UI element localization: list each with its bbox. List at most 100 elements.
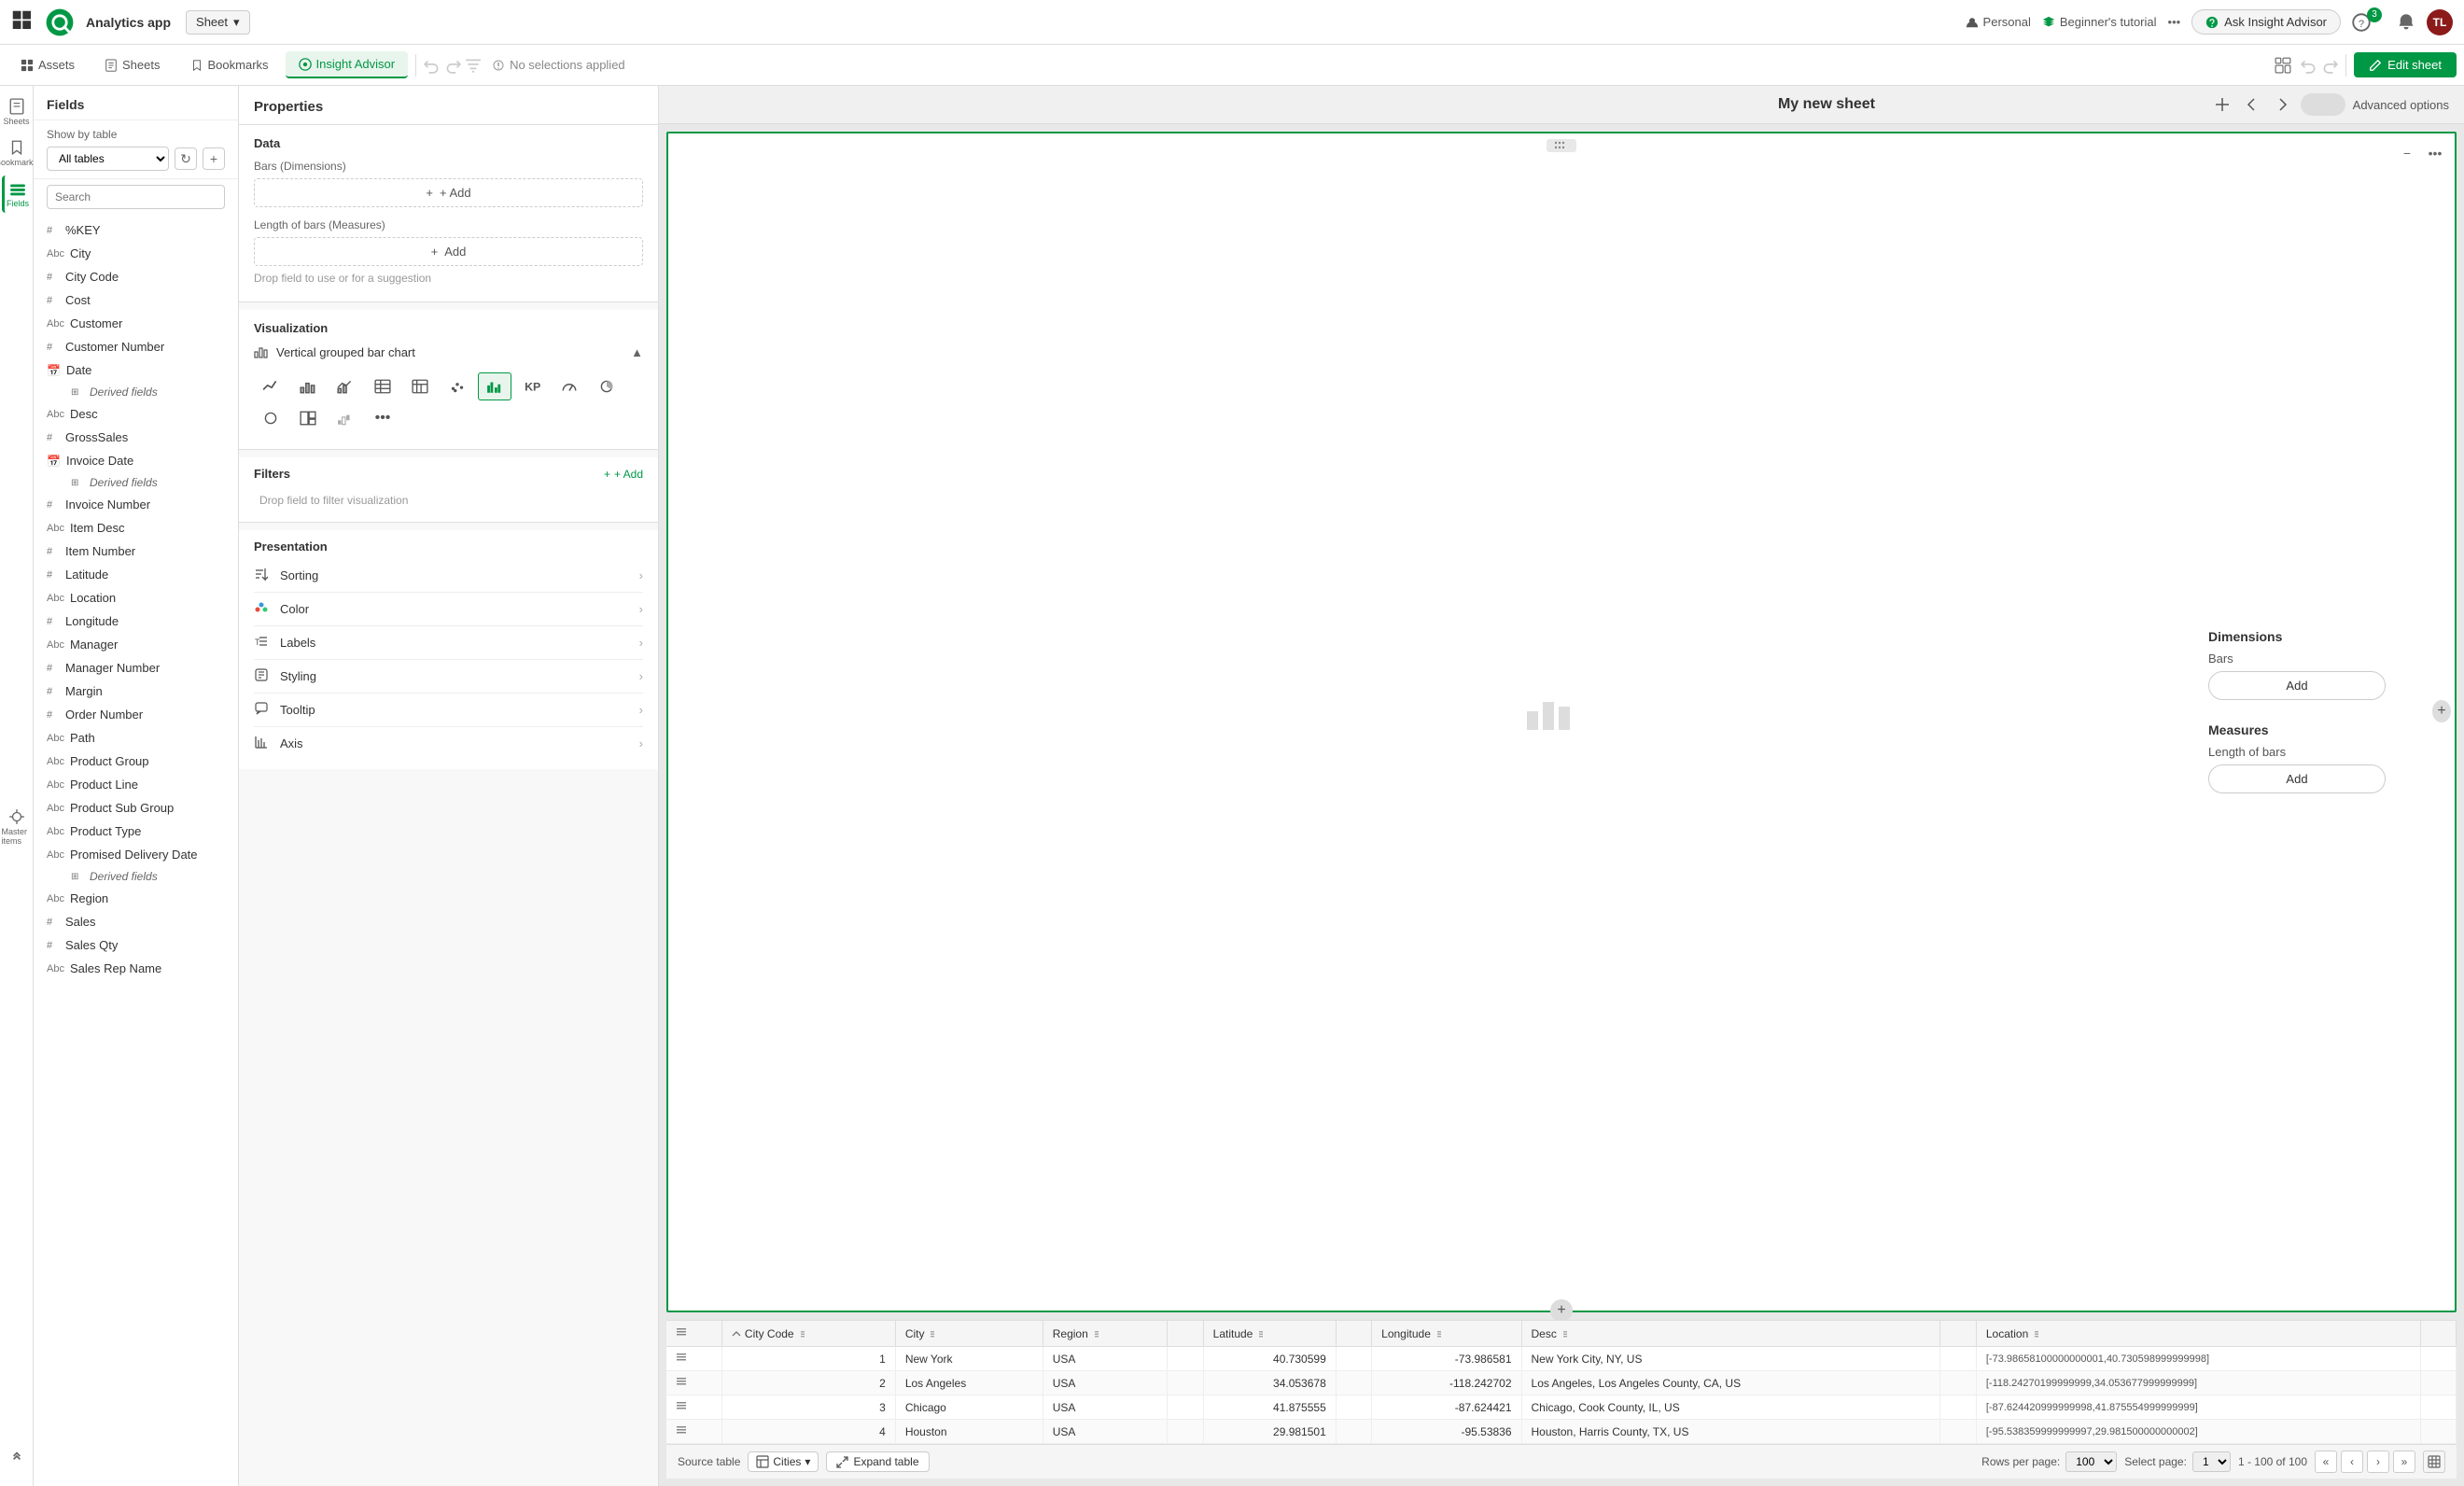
axis-item[interactable]: Axis › [254, 727, 643, 760]
add-right-btn[interactable]: + [2432, 700, 2451, 722]
field-item-customer[interactable]: Abc Customer [34, 312, 238, 335]
field-item-promised-derived[interactable]: ⊞ Derived fields [34, 866, 238, 887]
more-btn[interactable]: ••• [2168, 15, 2181, 29]
sidebar-fields-btn[interactable]: Fields [2, 175, 32, 213]
data-table-scroll[interactable]: City Code City Region [666, 1321, 2457, 1444]
sheets-tab[interactable]: Sheets [91, 52, 173, 77]
col-loc-menu-icon[interactable] [2032, 1329, 2041, 1339]
prev-sheet-btn[interactable] [2241, 93, 2263, 116]
field-item-location[interactable]: Abc Location [34, 586, 238, 610]
filter-icon[interactable] [465, 57, 482, 74]
field-item-longitude[interactable]: # Longitude [34, 610, 238, 633]
col-city-header[interactable]: City [895, 1321, 1043, 1347]
field-item-path[interactable]: Abc Path [34, 726, 238, 750]
last-page-btn[interactable]: » [2393, 1451, 2415, 1473]
sorting-item[interactable]: Sorting › [254, 559, 643, 593]
row-menu-1[interactable] [666, 1347, 721, 1371]
next-page-btn[interactable]: › [2367, 1451, 2389, 1473]
field-item-city[interactable]: Abc City [34, 242, 238, 265]
viz-grouped-bar-icon[interactable] [478, 372, 511, 400]
table-settings-btn[interactable] [2423, 1451, 2445, 1473]
add-field-btn[interactable]: + [203, 147, 225, 170]
field-item-sales-qty[interactable]: # Sales Qty [34, 933, 238, 957]
col-longitude-header[interactable]: Longitude [1372, 1321, 1521, 1347]
toggle-switch[interactable] [2301, 93, 2345, 116]
col-region-header[interactable]: Region [1043, 1321, 1168, 1347]
field-item-invoice-date[interactable]: 📅 Invoice Date [34, 449, 238, 472]
field-item-sales[interactable]: # Sales [34, 910, 238, 933]
field-item-promised-delivery[interactable]: Abc Promised Delivery Date [34, 843, 238, 866]
rows-per-page-select[interactable]: 100 50 25 [2065, 1451, 2117, 1472]
sidebar-collapse-btn[interactable] [2, 1441, 32, 1479]
grid-view-btn[interactable] [2269, 51, 2297, 79]
sheet-dropdown[interactable]: Sheet ▾ [186, 10, 250, 35]
first-page-btn[interactable]: « [2315, 1451, 2337, 1473]
viz-bar-icon[interactable] [291, 372, 325, 400]
field-item-invoice-number[interactable]: # Invoice Number [34, 493, 238, 516]
assets-tab[interactable]: Assets [7, 52, 88, 77]
add-bars-btn[interactable]: ++ Add [254, 178, 643, 207]
col-city-code-header[interactable]: City Code [721, 1321, 895, 1347]
redo2-icon[interactable] [2321, 57, 2338, 74]
add-dimension-btn[interactable]: Add [2208, 671, 2386, 700]
col-latitude-header[interactable]: Latitude [1203, 1321, 1336, 1347]
viz-pie-icon[interactable] [590, 372, 623, 400]
row-menu-2[interactable] [666, 1371, 721, 1395]
field-item-product-type[interactable]: Abc Product Type [34, 820, 238, 843]
source-table-select[interactable]: Cities ▾ [748, 1451, 819, 1472]
row-menu-3[interactable] [666, 1395, 721, 1420]
viz-chevron[interactable]: ▲ [631, 345, 643, 359]
col-lat-menu-icon[interactable] [1256, 1329, 1266, 1339]
ask-insight-btn[interactable]: Ask Insight Advisor [2191, 9, 2341, 35]
col-location-header[interactable]: Location [1976, 1321, 2420, 1347]
redo-icon[interactable] [444, 57, 461, 74]
insight-advisor-tab[interactable]: Insight Advisor [286, 51, 409, 78]
next-sheet-btn[interactable] [2271, 93, 2293, 116]
app-grid-btn[interactable] [11, 9, 37, 35]
field-item-date[interactable]: 📅 Date [34, 358, 238, 382]
field-item-product-line[interactable]: Abc Product Line [34, 773, 238, 796]
viz-table-icon[interactable] [366, 372, 399, 400]
add-measure-btn[interactable]: Add [2208, 764, 2386, 793]
field-item-item-number[interactable]: # Item Number [34, 540, 238, 563]
prev-page-btn[interactable]: ‹ [2341, 1451, 2363, 1473]
viz-gauge-icon[interactable] [553, 372, 586, 400]
col-desc-menu-icon[interactable] [1561, 1329, 1570, 1339]
field-item-manager-number[interactable]: # Manager Number [34, 656, 238, 680]
col-menu-btn[interactable] [666, 1321, 721, 1347]
undo-icon[interactable] [424, 57, 441, 74]
table-select[interactable]: All tables [47, 147, 169, 171]
field-item-product-group[interactable]: Abc Product Group [34, 750, 238, 773]
add-length-btn[interactable]: +Add [254, 237, 643, 266]
col-lon-menu-icon[interactable] [1435, 1329, 1444, 1339]
viz-treemap-icon[interactable] [291, 404, 325, 432]
page-select[interactable]: 1 [2192, 1451, 2231, 1472]
field-item-invoice-date-derived[interactable]: ⊞ Derived fields [34, 472, 238, 493]
personal-tab[interactable]: Personal [1966, 15, 2031, 29]
viz-more-btn[interactable]: ••• [366, 404, 399, 432]
field-item-item-desc[interactable]: Abc Item Desc [34, 516, 238, 540]
field-item-desc[interactable]: Abc Desc [34, 402, 238, 426]
field-item-latitude[interactable]: # Latitude [34, 563, 238, 586]
add-filter-btn[interactable]: ++ Add [604, 468, 643, 481]
add-bottom-btn[interactable]: + [1550, 1299, 1573, 1322]
field-item-date-derived[interactable]: ⊞ Derived fields [34, 382, 238, 402]
viz-waterfall-icon[interactable] [329, 404, 362, 432]
viz-donut-icon[interactable] [254, 404, 287, 432]
sidebar-master-items-btn[interactable]: Master items [2, 808, 32, 846]
bookmarks-tab[interactable]: Bookmarks [177, 52, 282, 77]
col-region-menu-icon[interactable] [1092, 1329, 1101, 1339]
viz-line-icon[interactable] [254, 372, 287, 400]
row-menu-4[interactable] [666, 1420, 721, 1444]
col-city-code-menu-icon[interactable] [798, 1329, 807, 1339]
bell-icon[interactable] [2397, 13, 2415, 32]
col-desc-header[interactable]: Desc [1521, 1321, 1940, 1347]
viz-kpi-icon[interactable]: KPI [515, 372, 549, 400]
viz-pivot-icon[interactable] [403, 372, 437, 400]
sidebar-bookmarks-btn[interactable]: Bookmarks [2, 134, 32, 172]
field-item-manager[interactable]: Abc Manager [34, 633, 238, 656]
field-item-cost[interactable]: # Cost [34, 288, 238, 312]
sidebar-sheets-btn[interactable]: Sheets [2, 93, 32, 131]
undo2-icon[interactable] [2301, 57, 2317, 74]
field-item-city-code[interactable]: # City Code [34, 265, 238, 288]
